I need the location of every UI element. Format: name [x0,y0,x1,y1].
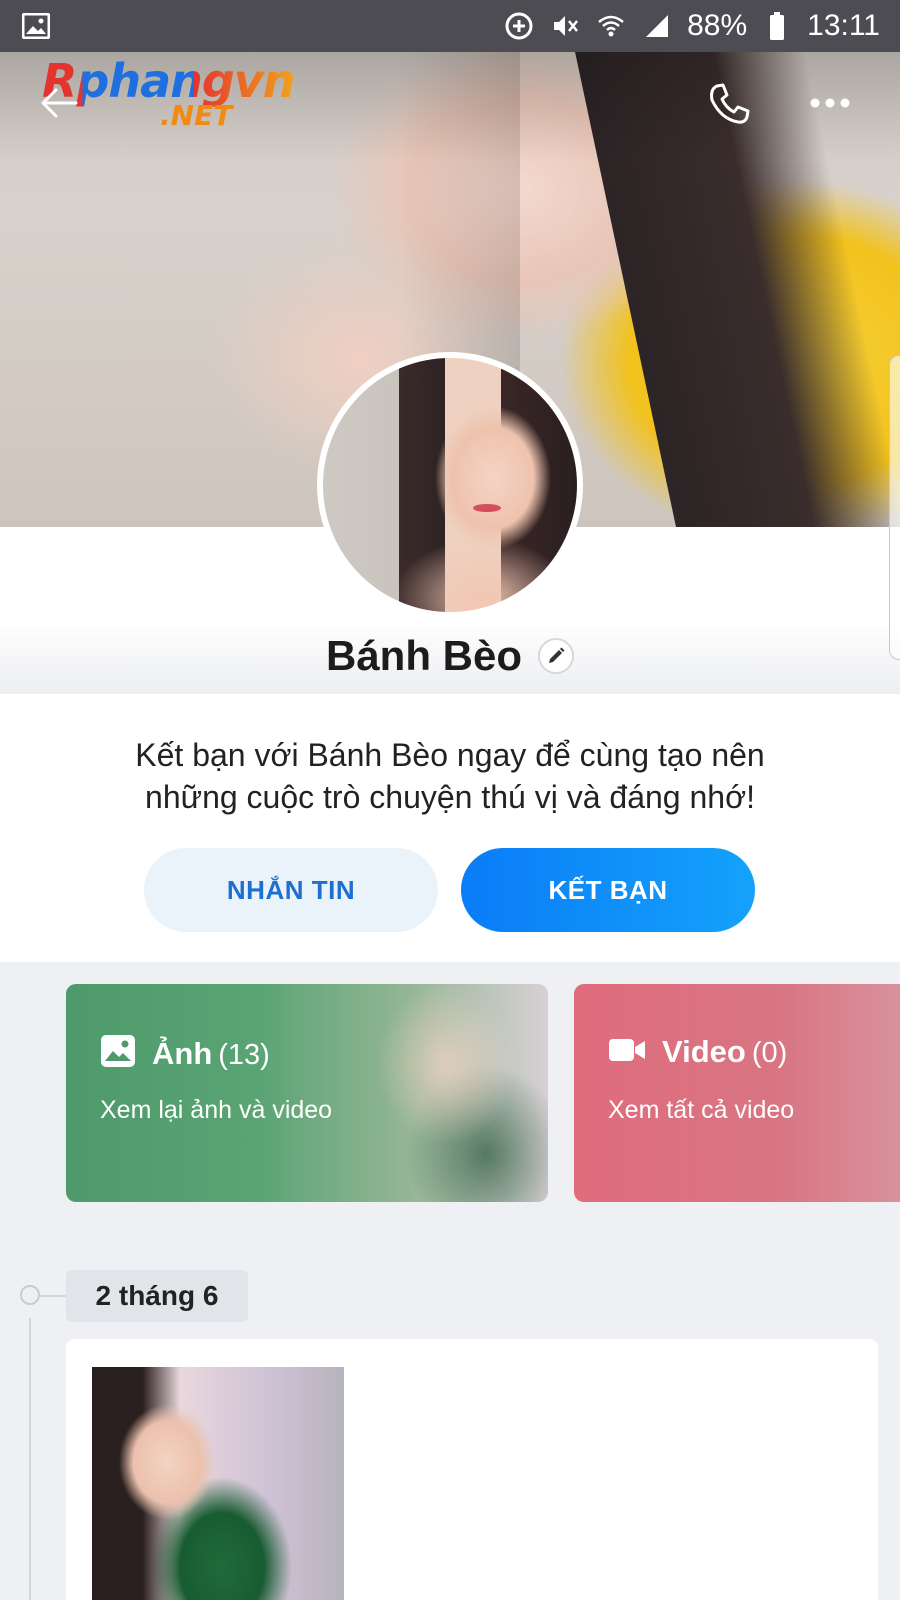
side-drawer-handle[interactable] [889,355,900,660]
photos-count: (13) [218,1038,270,1071]
mute-icon [549,10,581,42]
wifi-icon [595,10,627,42]
timeline-post [66,1339,878,1600]
gallery-icon [20,10,52,42]
edit-pencil-icon[interactable] [538,638,574,674]
status-bar: 88% 13:11 [0,0,900,52]
add-friend-button[interactable]: KẾT BẠN [461,848,755,932]
photos-card-label: Ảnh [152,1035,213,1071]
photos-card[interactable]: Ảnh (13) Xem lại ảnh và video [66,984,548,1202]
message-button[interactable]: NHẮN TIN [144,848,438,932]
battery-percent: 88% [687,9,748,42]
signal-icon [641,10,673,42]
avatar-detail [473,504,501,512]
data-saver-icon [503,10,535,42]
timeline-dot [20,1285,68,1305]
videos-card-subtitle: Xem tất cả video [608,1096,795,1124]
post-photo[interactable] [92,1367,344,1600]
timeline-line [29,1318,31,1600]
clock: 13:11 [807,9,880,42]
friend-invite-section: Kết bạn với Bánh Bèo ngay để cùng tạo nê… [0,694,900,962]
photos-card-title: Ảnh (13) [100,1034,270,1073]
timeline-date: 2 tháng 6 [66,1270,248,1322]
battery-icon [761,10,793,42]
invite-text: Kết bạn với Bánh Bèo ngay để cùng tạo nê… [135,737,765,815]
videos-count: (0) [751,1037,788,1069]
more-icon[interactable] [808,88,852,118]
profile-name-row: Bánh Bèo [0,632,900,680]
profile-name: Bánh Bèo [325,632,522,679]
videos-card-label: Video [662,1034,746,1069]
avatar[interactable] [317,352,583,618]
phone-icon[interactable] [705,80,753,128]
photo-icon [100,1034,136,1073]
videos-card-title: Video (0) [608,1034,787,1070]
videos-card[interactable]: Video (0) Xem tất cả video [574,984,900,1202]
photos-card-subtitle: Xem lại ảnh và video [100,1096,333,1124]
back-arrow-icon[interactable] [36,80,82,126]
video-camera-icon [608,1036,646,1069]
